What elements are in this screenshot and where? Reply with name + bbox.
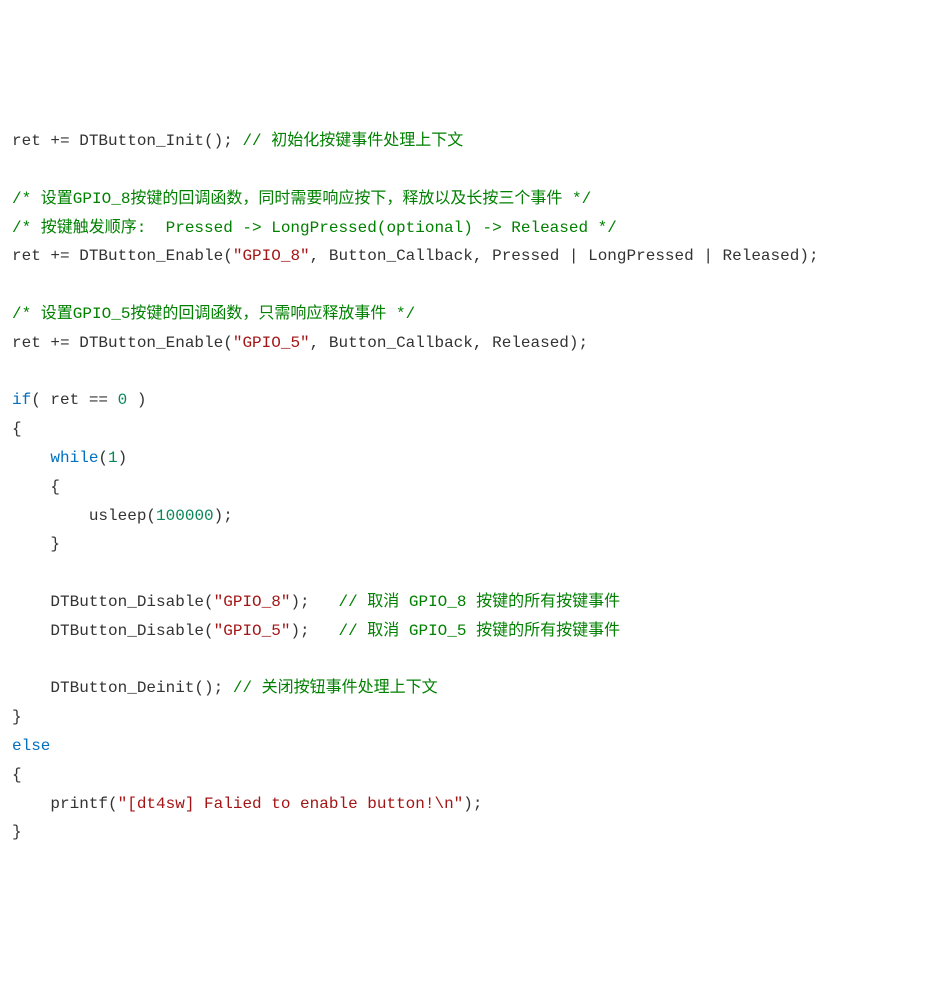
code-token: { (12, 478, 60, 496)
code-token: // 取消 GPIO_8 按键的所有按键事件 (338, 593, 620, 611)
code-token: ); (214, 507, 233, 525)
code-token: } (12, 708, 22, 726)
code-token: ) (118, 449, 128, 467)
code-token: usleep( (12, 507, 156, 525)
code-token: else (12, 737, 50, 755)
code-token: printf( (12, 795, 118, 813)
code-token: 100000 (156, 507, 214, 525)
code-token: , Button_Callback, Released); (310, 334, 588, 352)
code-token: 0 (118, 391, 128, 409)
code-token: ret += DTButton_Enable( (12, 247, 233, 265)
code-token: { (12, 766, 22, 784)
code-token: /* 按键触发顺序: Pressed -> LongPressed(option… (12, 219, 617, 237)
code-token: "GPIO_5" (233, 334, 310, 352)
code-token: 1 (108, 449, 118, 467)
code-token: "[dt4sw] Falied to enable button!\n" (118, 795, 464, 813)
code-token: ret += DTButton_Enable( (12, 334, 233, 352)
code-block: ret += DTButton_Init(); // 初始化按键事件处理上下文 … (12, 127, 924, 847)
code-token: ); (463, 795, 482, 813)
code-token: /* 设置GPIO_5按键的回调函数，只需响应释放事件 */ (12, 305, 415, 323)
code-token: "GPIO_8" (233, 247, 310, 265)
code-token: DTButton_Disable( (12, 593, 214, 611)
code-token: DTButton_Disable( (12, 622, 214, 640)
code-token: if (12, 391, 31, 409)
code-token: , Button_Callback, Pressed | LongPressed… (310, 247, 819, 265)
code-token: // 初始化按键事件处理上下文 (242, 132, 463, 150)
code-token: } (12, 535, 60, 553)
code-token: while (50, 449, 98, 467)
code-token: "GPIO_8" (214, 593, 291, 611)
code-token: // 关闭按钮事件处理上下文 (233, 679, 438, 697)
code-token: } (12, 823, 22, 841)
code-token: ( (98, 449, 108, 467)
code-token: { (12, 420, 22, 438)
code-token: // 取消 GPIO_5 按键的所有按键事件 (338, 622, 620, 640)
code-token: "GPIO_5" (214, 622, 291, 640)
code-token: ); (290, 593, 338, 611)
code-token (12, 449, 50, 467)
code-token: ); (290, 622, 338, 640)
code-token: ) (127, 391, 146, 409)
code-token: ( ret == (31, 391, 117, 409)
code-token: /* 设置GPIO_8按键的回调函数，同时需要响应按下，释放以及长按三个事件 *… (12, 190, 591, 208)
code-token: DTButton_Deinit(); (12, 679, 233, 697)
code-token: ret += DTButton_Init(); (12, 132, 242, 150)
